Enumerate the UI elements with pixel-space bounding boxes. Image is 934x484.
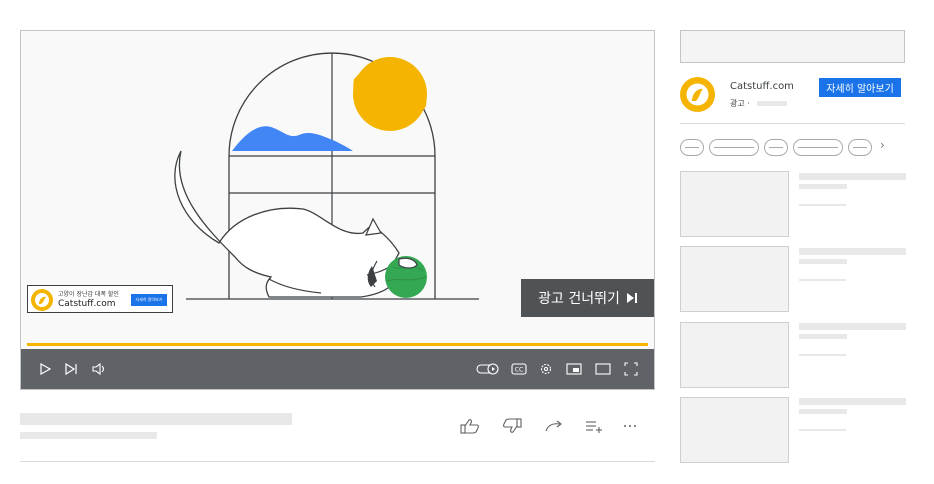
- recommended-video-thumbnail[interactable]: [680, 246, 789, 312]
- overlay-ad-domain: Catstuff.com: [58, 299, 116, 309]
- overlay-ad-tagline: 고양이 장난감 대폭 할인: [58, 291, 119, 298]
- recommended-meta-placeholder: [799, 204, 846, 206]
- sidebar-banner-placeholder: [680, 30, 905, 63]
- recommended-title-placeholder: [799, 398, 906, 405]
- sidebar-divider: [680, 123, 905, 124]
- player-controls: CC: [21, 349, 654, 389]
- dislike-icon[interactable]: [500, 416, 524, 436]
- filter-chip[interactable]: [793, 139, 843, 156]
- video-title-placeholder: [20, 413, 292, 425]
- recommended-video-thumbnail[interactable]: [680, 171, 789, 237]
- settings-icon[interactable]: [536, 359, 556, 379]
- skip-ad-button[interactable]: 광고 건너뛰기: [521, 279, 654, 317]
- recommended-title-placeholder: [799, 184, 847, 189]
- like-icon[interactable]: [458, 416, 482, 436]
- channel-name-placeholder: [20, 432, 157, 439]
- more-icon[interactable]: [620, 416, 640, 436]
- save-to-playlist-icon[interactable]: [582, 416, 606, 436]
- filter-chip[interactable]: [680, 139, 704, 156]
- overlay-ad-learn-more-button[interactable]: 자세히 알아보기: [131, 294, 167, 306]
- skip-next-icon: [626, 293, 637, 303]
- chips-next-arrow-icon[interactable]: ›: [880, 138, 885, 152]
- recommended-video-thumbnail[interactable]: [680, 397, 789, 463]
- sidebar-ad-label: 광고 ·: [730, 99, 750, 108]
- video-player[interactable]: 고양이 장난감 대폭 할인 Catstuff.com 자세히 알아보기 광고 건…: [20, 30, 655, 390]
- sidebar-ad-meta-placeholder: [757, 101, 787, 106]
- filter-chip[interactable]: [848, 139, 872, 156]
- progress-bar[interactable]: [27, 343, 648, 346]
- recommended-title-placeholder: [799, 334, 847, 339]
- captions-icon[interactable]: CC: [509, 359, 529, 379]
- sidebar-ad-learn-more-button[interactable]: 자세히 알아보기: [819, 78, 901, 97]
- fullscreen-icon[interactable]: [621, 359, 641, 379]
- svg-text:CC: CC: [515, 367, 523, 374]
- filter-chip[interactable]: [764, 139, 788, 156]
- share-icon[interactable]: [542, 416, 566, 436]
- recommended-title-placeholder: [799, 248, 906, 255]
- recommended-video-thumbnail[interactable]: [680, 322, 789, 388]
- theater-mode-icon[interactable]: [593, 359, 613, 379]
- recommended-title-placeholder: [799, 259, 847, 264]
- recommended-meta-placeholder: [799, 429, 846, 431]
- recommended-meta-placeholder: [799, 354, 846, 356]
- recommended-title-placeholder: [799, 173, 906, 180]
- overlay-ad[interactable]: 고양이 장난감 대폭 할인 Catstuff.com 자세히 알아보기: [27, 285, 173, 313]
- next-icon[interactable]: [61, 359, 81, 379]
- recommended-meta-placeholder: [799, 279, 846, 281]
- play-icon[interactable]: [35, 359, 55, 379]
- catstuff-logo: [31, 289, 53, 311]
- sidebar-ad-domain: Catstuff.com: [730, 81, 794, 92]
- content-divider: [20, 461, 655, 462]
- volume-icon[interactable]: [89, 359, 109, 379]
- recommended-title-placeholder: [799, 409, 847, 414]
- miniplayer-icon[interactable]: [564, 359, 584, 379]
- autoplay-toggle-icon[interactable]: [476, 359, 500, 379]
- recommended-title-placeholder: [799, 323, 906, 330]
- skip-ad-label: 광고 건너뛰기: [538, 291, 620, 307]
- filter-chip[interactable]: [709, 139, 759, 156]
- catstuff-logo: [680, 77, 715, 112]
